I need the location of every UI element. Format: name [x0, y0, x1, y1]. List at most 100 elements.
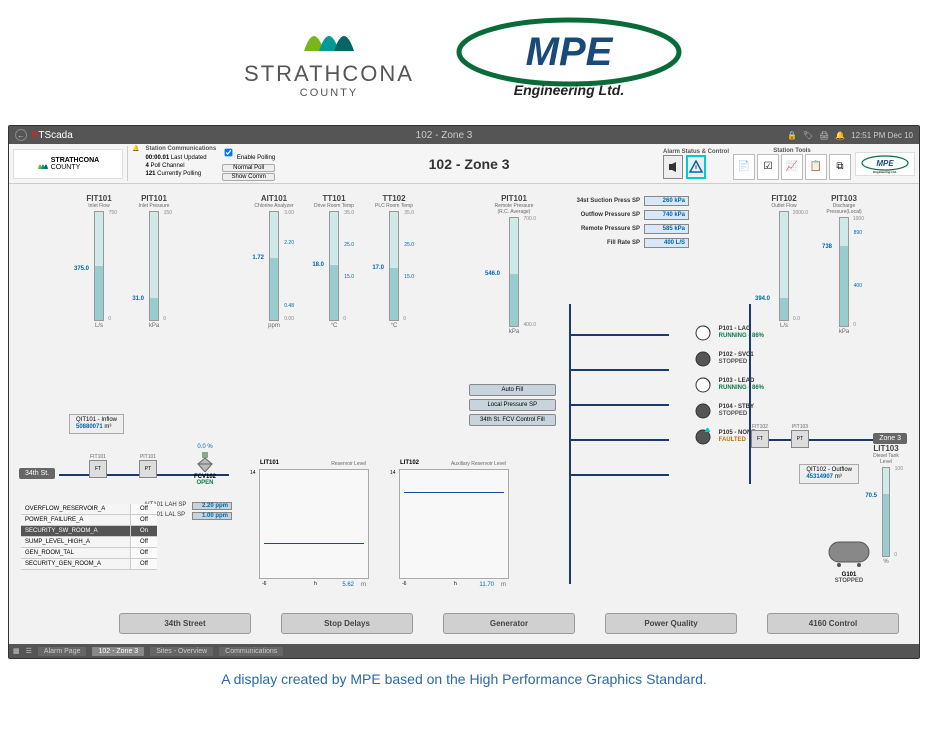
disc-row[interactable]: SECURITY_SW_ROOM_AOn — [21, 526, 157, 537]
center-buttons: Auto Fill Local Pressure SP 34th St. FCV… — [469, 384, 556, 426]
bar-tt102[interactable]: TT102 PLC Room Temp 35.025.017.015.00 °C — [369, 194, 419, 329]
window-title: 102 - Zone 3 — [135, 130, 753, 141]
pipe — [569, 474, 669, 476]
pipe — [569, 439, 669, 441]
print-icon[interactable]: 🖨 — [819, 131, 829, 140]
disc-row[interactable]: SECURITY_GEN_ROOM_AOff — [21, 559, 157, 570]
tool-trend-icon[interactable]: 📈 — [781, 154, 803, 180]
normal-poll-button[interactable]: Normal Poll — [222, 164, 275, 172]
header-strathcona-logo: STRATHCONA COUNTY — [13, 149, 123, 179]
bar-fit102[interactable]: FIT102 Outlet Flow 2000.0394.00.0 L/s — [759, 194, 809, 329]
auto-fill-button[interactable]: Auto Fill — [469, 384, 556, 396]
show-comm-button[interactable]: Show Comm — [222, 173, 275, 181]
caption: A display created by MPE based on the Hi… — [0, 671, 928, 687]
disc-row[interactable]: POWER_FAILURE_AOff — [21, 515, 157, 526]
sp-outflow[interactable]: 740 kPa — [644, 210, 689, 220]
local-pressure-sp-button[interactable]: Local Pressure SP — [469, 399, 556, 411]
strathcona-sub: COUNTY — [244, 87, 414, 99]
pipe — [569, 304, 571, 584]
tag-icon[interactable]: 🏷 — [803, 131, 813, 140]
bar-pit101[interactable]: PIT101 Inlet Pressure 15031.00 kPa — [129, 194, 179, 329]
mpe-logo: MPE Engineering Ltd. — [454, 10, 684, 105]
bar-lit103[interactable]: LIT103 Diesel Tank Level 10070.50 % — [869, 444, 903, 565]
alarm-mute-icon[interactable] — [663, 155, 683, 179]
mpe-text: MPE — [526, 30, 614, 74]
pipe — [569, 334, 669, 336]
tool-checklist-icon[interactable]: ☑ — [757, 154, 779, 180]
pipe — [569, 404, 669, 406]
nav-34th-street[interactable]: 34th Street — [119, 613, 251, 634]
nav-generator[interactable]: Generator — [443, 613, 575, 634]
main-canvas: FIT101 Inlet Flow 750375.00 L/s PIT101 I… — [9, 184, 919, 644]
alarm-active-icon[interactable] — [686, 155, 706, 179]
svg-text:MPE: MPE — [876, 159, 894, 168]
strathcona-logo: STRATHCONA COUNTY — [244, 16, 414, 99]
lock-icon[interactable]: 🔒 — [787, 131, 797, 140]
header-row: STRATHCONA COUNTY 🔔 Station Communicatio… — [9, 144, 919, 184]
mpe-sub: Engineering Ltd. — [514, 82, 624, 98]
ait-sp-panel: AIT101 LAH SP2.20 ppm AIT101 LAL SP1.00 … — [144, 502, 232, 522]
ait-lah-sp[interactable]: 2.20 ppm — [192, 502, 232, 510]
valve-icon — [196, 450, 214, 472]
station-comm-panel: 🔔 Station Communications 00:00.01 Last U… — [127, 146, 275, 180]
clock-text: 12:51 PM Dec 10 — [851, 131, 913, 140]
pump-p104[interactable]: P104 - STBYSTOPPED — [691, 402, 764, 420]
trend-lit101[interactable]: LIT101 Reservoir Level 14 -6 h 5.62 m — [259, 469, 369, 579]
fcv102[interactable]: 0.0 % FCV102 OPEN — [194, 444, 216, 486]
svg-text:Engineering Ltd.: Engineering Ltd. — [873, 170, 897, 174]
bar-fit101[interactable]: FIT101 Inlet Flow 750375.00 L/s — [74, 194, 124, 329]
bell-icon[interactable]: 🔔 — [835, 131, 845, 140]
tool-note-icon[interactable]: 📋 — [805, 154, 827, 180]
pit103-tag[interactable]: PIT103PT — [791, 424, 809, 448]
pump-p102[interactable]: P102 - SVC1STOPPED — [691, 350, 764, 368]
pipe — [569, 369, 669, 371]
fcv-control-fill-button[interactable]: 34th St. FCV Control Fill — [469, 414, 556, 426]
nav-4160-control[interactable]: 4160 Control — [767, 613, 899, 634]
bar-pit103[interactable]: PIT103 Discharge Pressure(Local) 1000890… — [819, 194, 869, 335]
tool-pdf-icon[interactable]: 📄 — [733, 154, 755, 180]
pipe — [749, 304, 751, 484]
grid-icon[interactable]: ▦ — [13, 647, 20, 655]
sp-remote[interactable]: 585 kPa — [644, 224, 689, 234]
list-icon[interactable]: ☰ — [26, 647, 32, 655]
window-titlebar: ← VTScada 102 - Zone 3 🔒 🏷 🖨 🔔 12:51 PM … — [9, 126, 919, 144]
nav-power-quality[interactable]: Power Quality — [605, 613, 737, 634]
fit101-tag[interactable]: FIT101FT — [89, 454, 107, 478]
qit102-box[interactable]: QIT102 - Outflow 45314907 m³ — [799, 464, 859, 484]
enable-polling-checkbox[interactable]: Enable Polling — [222, 146, 275, 162]
qit101-box[interactable]: QIT101 - Inflow 50880071 m³ — [69, 414, 124, 434]
sb-tab-zone3[interactable]: 102 - Zone 3 — [92, 647, 144, 656]
app-brand: VTScada — [31, 129, 73, 141]
source-left: 34th St. — [19, 468, 55, 479]
status-bar: ▦ ☰ Alarm Page 102 - Zone 3 Sites - Over… — [9, 644, 919, 658]
bar-pit101r[interactable]: PIT101 Remote Pressure (R.C. Average) 70… — [489, 194, 539, 335]
sb-tab-alarm[interactable]: Alarm Page — [38, 647, 87, 656]
tool-copy-icon[interactable]: ⧉ — [829, 154, 851, 180]
setpoint-panel: 34st Suction Press SP260 kPa Outflow Pre… — [560, 196, 689, 252]
fit102-tag[interactable]: FIT102FT — [751, 424, 769, 448]
pump-p101[interactable]: P101 - LAGRUNNING - 86% — [691, 324, 764, 342]
trend-lit102[interactable]: LIT102 Auxiliary Reservoir Level 14 -6 h… — [399, 469, 509, 579]
nav-stop-delays[interactable]: Stop Delays — [281, 613, 413, 634]
ait-lal-sp[interactable]: 1.00 ppm — [192, 512, 232, 520]
bar-tt101[interactable]: TT101 Drive Room Temp 35.025.018.015.00 … — [309, 194, 359, 329]
strathcona-mark-icon — [299, 16, 359, 61]
pipe — [749, 439, 889, 441]
disc-row[interactable]: OVERFLOW_RESERVOIR_AOff — [21, 504, 157, 515]
back-icon[interactable]: ← — [15, 129, 27, 141]
disc-row[interactable]: GEN_ROOM_TALOff — [21, 548, 157, 559]
strathcona-text: STRATHCONA — [244, 61, 414, 87]
pump-p103[interactable]: P103 - LEADRUNNING - 86% — [691, 376, 764, 394]
page-title: 102 - Zone 3 — [279, 156, 659, 172]
sb-tab-comm[interactable]: Communications — [219, 647, 283, 656]
pit101-tag[interactable]: PIT101PT — [139, 454, 157, 478]
disc-row[interactable]: SUMP_LEVEL_HIGH_AOff — [21, 537, 157, 548]
bar-ait101[interactable]: AIT101 Chlorine Analyzer 3.002.201.720.4… — [249, 194, 299, 329]
top-logos: STRATHCONA COUNTY MPE Engineering Ltd. — [0, 0, 928, 125]
tank-g101[interactable]: G101 STOPPED — [824, 537, 874, 584]
sb-tab-sites[interactable]: Sites - Overview — [150, 647, 213, 656]
dest-right: Zone 3 — [873, 433, 907, 444]
sp-suction[interactable]: 260 kPa — [644, 196, 689, 206]
header-mpe-logo: MPE Engineering Ltd. — [855, 152, 915, 176]
sp-fillrate[interactable]: 400 L/S — [644, 238, 689, 248]
